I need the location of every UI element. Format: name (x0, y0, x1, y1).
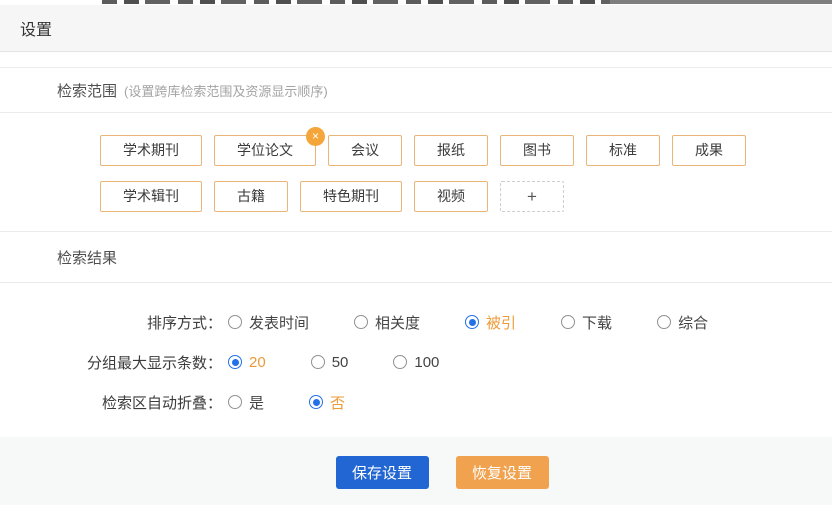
restore-settings-button[interactable]: 恢复设置 (456, 456, 549, 489)
group-max-count-option[interactable]: 50 (311, 354, 349, 371)
resource-tag-label: 图书 (523, 142, 551, 158)
resource-tag-label: 学术期刊 (123, 142, 179, 158)
option-label: 50 (332, 354, 349, 371)
resource-tag-label: 古籍 (237, 188, 265, 204)
radio-selected-icon (228, 355, 242, 369)
radio-icon (393, 355, 407, 369)
option-label: 是 (249, 392, 264, 413)
resource-tag-button[interactable]: 报纸 (414, 135, 488, 166)
sort-order-option[interactable]: 相关度 (354, 312, 420, 333)
footer-buttons: 保存设置 恢复设置 (336, 456, 549, 505)
option-label: 发表时间 (249, 312, 309, 333)
results-section-title: 检索结果 (57, 247, 117, 268)
group-max-count-option[interactable]: 20 (228, 354, 266, 371)
auto-collapse-options: 是否 (228, 392, 390, 413)
radio-icon (228, 395, 242, 409)
auto-collapse-option[interactable]: 是 (228, 392, 264, 413)
remove-tag-icon[interactable]: × (306, 127, 325, 146)
auto-collapse-row: 检索区自动折叠：是否 (0, 391, 832, 413)
option-label: 综合 (678, 312, 708, 333)
scope-section-title: 检索范围 (57, 80, 117, 101)
option-label: 20 (249, 354, 266, 371)
resource-tag-button[interactable]: 会议 (328, 135, 402, 166)
header-divider-row (0, 52, 832, 68)
resource-tags-area: 学术期刊学位论文×会议报纸图书标准成果学术辑刊古籍特色期刊视频+ (0, 113, 832, 232)
option-label: 否 (330, 392, 345, 413)
option-label: 被引 (486, 312, 516, 333)
resource-tag-button[interactable]: 视频 (414, 181, 488, 212)
sort-order-option[interactable]: 综合 (657, 312, 708, 333)
results-options-area: 排序方式： 发表时间 相关度 被引 下载 综合分组最大显示条数： 20 50 100 检索区自动折… (0, 283, 832, 437)
sort-order-row: 排序方式： 发表时间 相关度 被引 下载 综合 (0, 311, 832, 333)
group-max-count-options: 20 50 100 (228, 354, 484, 371)
resource-tag-label: 学术辑刊 (123, 188, 179, 204)
add-resource-button[interactable]: + (500, 181, 564, 212)
resource-tag-label: 特色期刊 (323, 188, 379, 204)
auto-collapse-option[interactable]: 否 (309, 392, 345, 413)
resource-tag-label: 成果 (695, 142, 723, 158)
radio-icon (311, 355, 325, 369)
clipped-background-text (0, 0, 832, 5)
resource-tag-button[interactable]: 学术期刊 (100, 135, 202, 166)
option-label: 相关度 (375, 312, 420, 333)
resource-tag-button[interactable]: 特色期刊 (300, 181, 402, 212)
tag-row: 学术期刊学位论文×会议报纸图书标准成果 (100, 113, 832, 166)
resource-tag-button[interactable]: 古籍 (214, 181, 288, 212)
resource-tag-label: 标准 (609, 142, 637, 158)
auto-collapse-label: 检索区自动折叠： (0, 392, 222, 413)
resource-tag-label: 报纸 (437, 142, 465, 158)
group-max-count-row: 分组最大显示条数： 20 50 100 (0, 351, 832, 373)
sort-order-label: 排序方式： (0, 312, 222, 333)
sort-order-options: 发表时间 相关度 被引 下载 综合 (228, 312, 753, 333)
radio-selected-icon (309, 395, 323, 409)
sort-order-option[interactable]: 被引 (465, 312, 516, 333)
plus-icon: + (527, 187, 537, 206)
save-settings-button[interactable]: 保存设置 (336, 456, 429, 489)
clipped-text-glyphs (102, 0, 610, 4)
radio-selected-icon (465, 315, 479, 329)
group-max-count-option[interactable]: 100 (393, 354, 439, 371)
scope-section-note: (设置跨库检索范围及资源显示顺序) (124, 81, 328, 100)
radio-icon (657, 315, 671, 329)
sort-order-option[interactable]: 下载 (561, 312, 612, 333)
option-label: 下载 (582, 312, 612, 333)
resource-tag-button[interactable]: 成果 (672, 135, 746, 166)
resource-tag-button[interactable]: 学位论文× (214, 135, 316, 166)
group-max-count-label: 分组最大显示条数： (0, 352, 222, 373)
resource-tag-button[interactable]: 图书 (500, 135, 574, 166)
resource-tag-label: 会议 (351, 142, 379, 158)
resource-tag-label: 学位论文 (237, 142, 293, 158)
tag-row: 学术辑刊 古籍 特色期刊 视频 + (100, 166, 832, 212)
scope-section-header: 检索范围 (设置跨库检索范围及资源显示顺序) (0, 68, 832, 113)
results-section-header: 检索结果 (0, 232, 832, 283)
page-title: 设置 (20, 16, 52, 40)
resource-tag-label: 视频 (437, 188, 465, 204)
sort-order-option[interactable]: 发表时间 (228, 312, 309, 333)
clipped-text-bar (610, 0, 832, 4)
radio-icon (354, 315, 368, 329)
radio-icon (561, 315, 575, 329)
settings-header: 设置 (0, 5, 832, 52)
resource-tag-button[interactable]: 标准 (586, 135, 660, 166)
resource-tag-button[interactable]: 学术辑刊 (100, 181, 202, 212)
option-label: 100 (414, 354, 439, 371)
footer-bar: 保存设置 恢复设置 (0, 437, 832, 505)
radio-icon (228, 315, 242, 329)
